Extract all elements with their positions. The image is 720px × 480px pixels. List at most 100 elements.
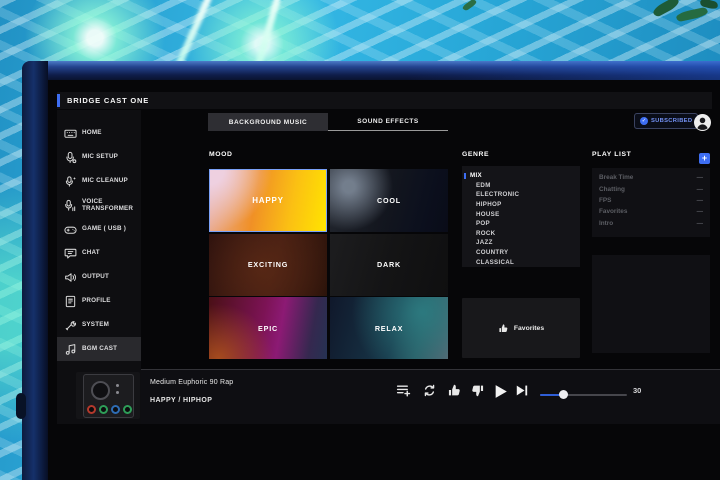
- system-icon: [63, 319, 77, 332]
- sidebar-item-bgm-cast[interactable]: BGM CAST: [57, 337, 141, 361]
- playlist-item-name: Intro: [599, 220, 613, 227]
- sidebar-item-profile[interactable]: PROFILE: [57, 289, 141, 313]
- volume-slider[interactable]: [540, 390, 627, 399]
- account-avatar[interactable]: [694, 114, 711, 131]
- mic-setup-icon: [63, 151, 77, 164]
- app-title: BRIDGE CAST ONE: [60, 96, 149, 105]
- genre-label: COUNTRY: [476, 249, 508, 256]
- playlist-item-fps[interactable]: FPS —: [592, 195, 710, 206]
- mood-tile-exciting[interactable]: EXCITING: [209, 234, 327, 296]
- sidebar-item-label: VOICE TRANSFORMER: [82, 198, 136, 213]
- playlist-item-name: FPS: [599, 197, 611, 204]
- mood-tile-dark[interactable]: DARK: [330, 234, 448, 296]
- genre-item-classical[interactable]: CLASSICAL: [462, 257, 580, 267]
- sidebar-item-label: CHAT: [82, 249, 136, 257]
- tab-sound-effects[interactable]: SOUND EFFECTS: [328, 113, 448, 131]
- playlist-item-dash: —: [697, 174, 703, 181]
- chat-icon: [63, 247, 77, 260]
- like-button[interactable]: [447, 383, 463, 399]
- volume-value: 30: [633, 386, 641, 395]
- genre-label: POP: [476, 220, 490, 227]
- mood-grid: HAPPY COOL EXCITING DARK EPIC RELAX: [209, 169, 448, 359]
- sidebar-item-system[interactable]: SYSTEM: [57, 313, 141, 337]
- mic-cleanup-icon: [63, 175, 77, 188]
- playlist-item-name: Break Time: [599, 174, 633, 181]
- genre-item-mix[interactable]: MIX: [462, 171, 580, 181]
- playlist-item-dash: —: [697, 208, 703, 215]
- repeat-button[interactable]: [422, 383, 438, 399]
- tab-background-music[interactable]: BACKGROUND MUSIC: [208, 113, 328, 131]
- genre-label: JAZZ: [476, 239, 493, 246]
- playlist-item-break-time[interactable]: Break Time —: [592, 172, 710, 183]
- bgm-cast-icon: [63, 343, 77, 356]
- thumbs-up-icon: [498, 323, 509, 334]
- add-playlist-button[interactable]: +: [699, 153, 710, 164]
- sidebar-item-label: MIC SETUP: [82, 153, 136, 161]
- monitor-bezel-top: [22, 61, 720, 80]
- sidebar-item-game-usb[interactable]: GAME ( USB ): [57, 217, 141, 241]
- playlist-item-dash: —: [697, 220, 703, 227]
- add-to-playlist-button[interactable]: [396, 383, 412, 399]
- sidebar-item-chat[interactable]: CHAT: [57, 241, 141, 265]
- mood-tile-happy[interactable]: HAPPY: [209, 169, 327, 232]
- sidebar-item-label: MIC CLEANUP: [82, 177, 136, 185]
- genre-item-country[interactable]: COUNTRY: [462, 248, 580, 258]
- genre-label: ELECTRONIC: [476, 191, 519, 198]
- playlist-item-name: Favorites: [599, 208, 627, 215]
- genre-item-rock[interactable]: ROCK: [462, 229, 580, 239]
- sidebar-item-home[interactable]: HOME: [57, 121, 141, 145]
- device-body: [83, 374, 134, 418]
- mood-section-title: MOOD: [209, 151, 233, 158]
- favorites-label: Favorites: [514, 325, 544, 332]
- sidebar-item-mic-setup[interactable]: MIC SETUP: [57, 145, 141, 169]
- playlist-item-intro[interactable]: Intro —: [592, 218, 710, 229]
- mood-tile-cool[interactable]: COOL: [330, 169, 448, 232]
- playlist-item-favorites[interactable]: Favorites —: [592, 206, 710, 217]
- genre-list: MIX EDM ELECTRONIC HIPHOP HOUSE POP ROCK…: [462, 166, 580, 267]
- device-red-knob: [87, 405, 96, 414]
- home-icon: [63, 127, 77, 140]
- playlist-item-chatting[interactable]: Chatting —: [592, 183, 710, 194]
- skip-next-icon: [514, 383, 529, 398]
- genre-label: CLASSICAL: [476, 259, 514, 266]
- sidebar-item-label: GAME ( USB ): [82, 225, 136, 233]
- subscribed-label: SUBSCRIBED: [651, 118, 692, 124]
- playlist-item-name: Chatting: [599, 186, 625, 193]
- genre-item-edm[interactable]: EDM: [462, 181, 580, 191]
- subscribed-check-icon: ✓: [640, 117, 648, 125]
- genre-label: HIPHOP: [476, 201, 502, 208]
- mood-tile-epic[interactable]: EPIC: [209, 297, 327, 359]
- dislike-button[interactable]: [470, 383, 486, 399]
- genre-item-pop[interactable]: POP: [462, 219, 580, 229]
- genre-label: MIX: [470, 172, 482, 179]
- track-title: Medium Euphoric 90 Rap: [150, 379, 233, 386]
- playlist-add-icon: [396, 383, 411, 398]
- genre-section-title: GENRE: [462, 151, 489, 158]
- sidebar-item-mic-cleanup[interactable]: MIC CLEANUP: [57, 169, 141, 193]
- playlist-item-dash: —: [697, 186, 703, 193]
- device-green-knob: [123, 405, 132, 414]
- playlist-section-title: PLAY LIST: [592, 151, 631, 158]
- genre-item-house[interactable]: HOUSE: [462, 209, 580, 219]
- playlist-item-dash: —: [697, 197, 703, 204]
- favorites-button[interactable]: Favorites: [462, 298, 580, 358]
- genre-item-jazz[interactable]: JAZZ: [462, 238, 580, 248]
- device-green-knob: [99, 405, 108, 414]
- sidebar-item-output[interactable]: OUTPUT: [57, 265, 141, 289]
- skip-next-button[interactable]: [514, 383, 530, 399]
- slider-thumb[interactable]: [559, 390, 568, 399]
- profile-icon: [63, 295, 77, 308]
- player-bar: Medium Euphoric 90 Rap HAPPY / HIPHOP: [141, 370, 720, 424]
- output-icon: [63, 271, 77, 284]
- voice-transformer-icon: [63, 199, 77, 212]
- mood-tile-relax[interactable]: RELAX: [330, 297, 448, 359]
- sidebar-item-voice-transformer[interactable]: VOICE TRANSFORMER: [57, 193, 141, 217]
- genre-item-electronic[interactable]: ELECTRONIC: [462, 190, 580, 200]
- photo-scene: BRIDGE CAST ONE HOME MIC SETUP MIC CLEAN…: [0, 0, 720, 480]
- genre-item-hiphop[interactable]: HIPHOP: [462, 200, 580, 210]
- subscribed-badge[interactable]: ✓ SUBSCRIBED: [634, 113, 698, 129]
- sidebar-item-label: PROFILE: [82, 297, 136, 305]
- play-button[interactable]: [492, 383, 510, 399]
- bridge-cast-device-image: [76, 372, 140, 419]
- sidebar-item-label: HOME: [82, 129, 136, 137]
